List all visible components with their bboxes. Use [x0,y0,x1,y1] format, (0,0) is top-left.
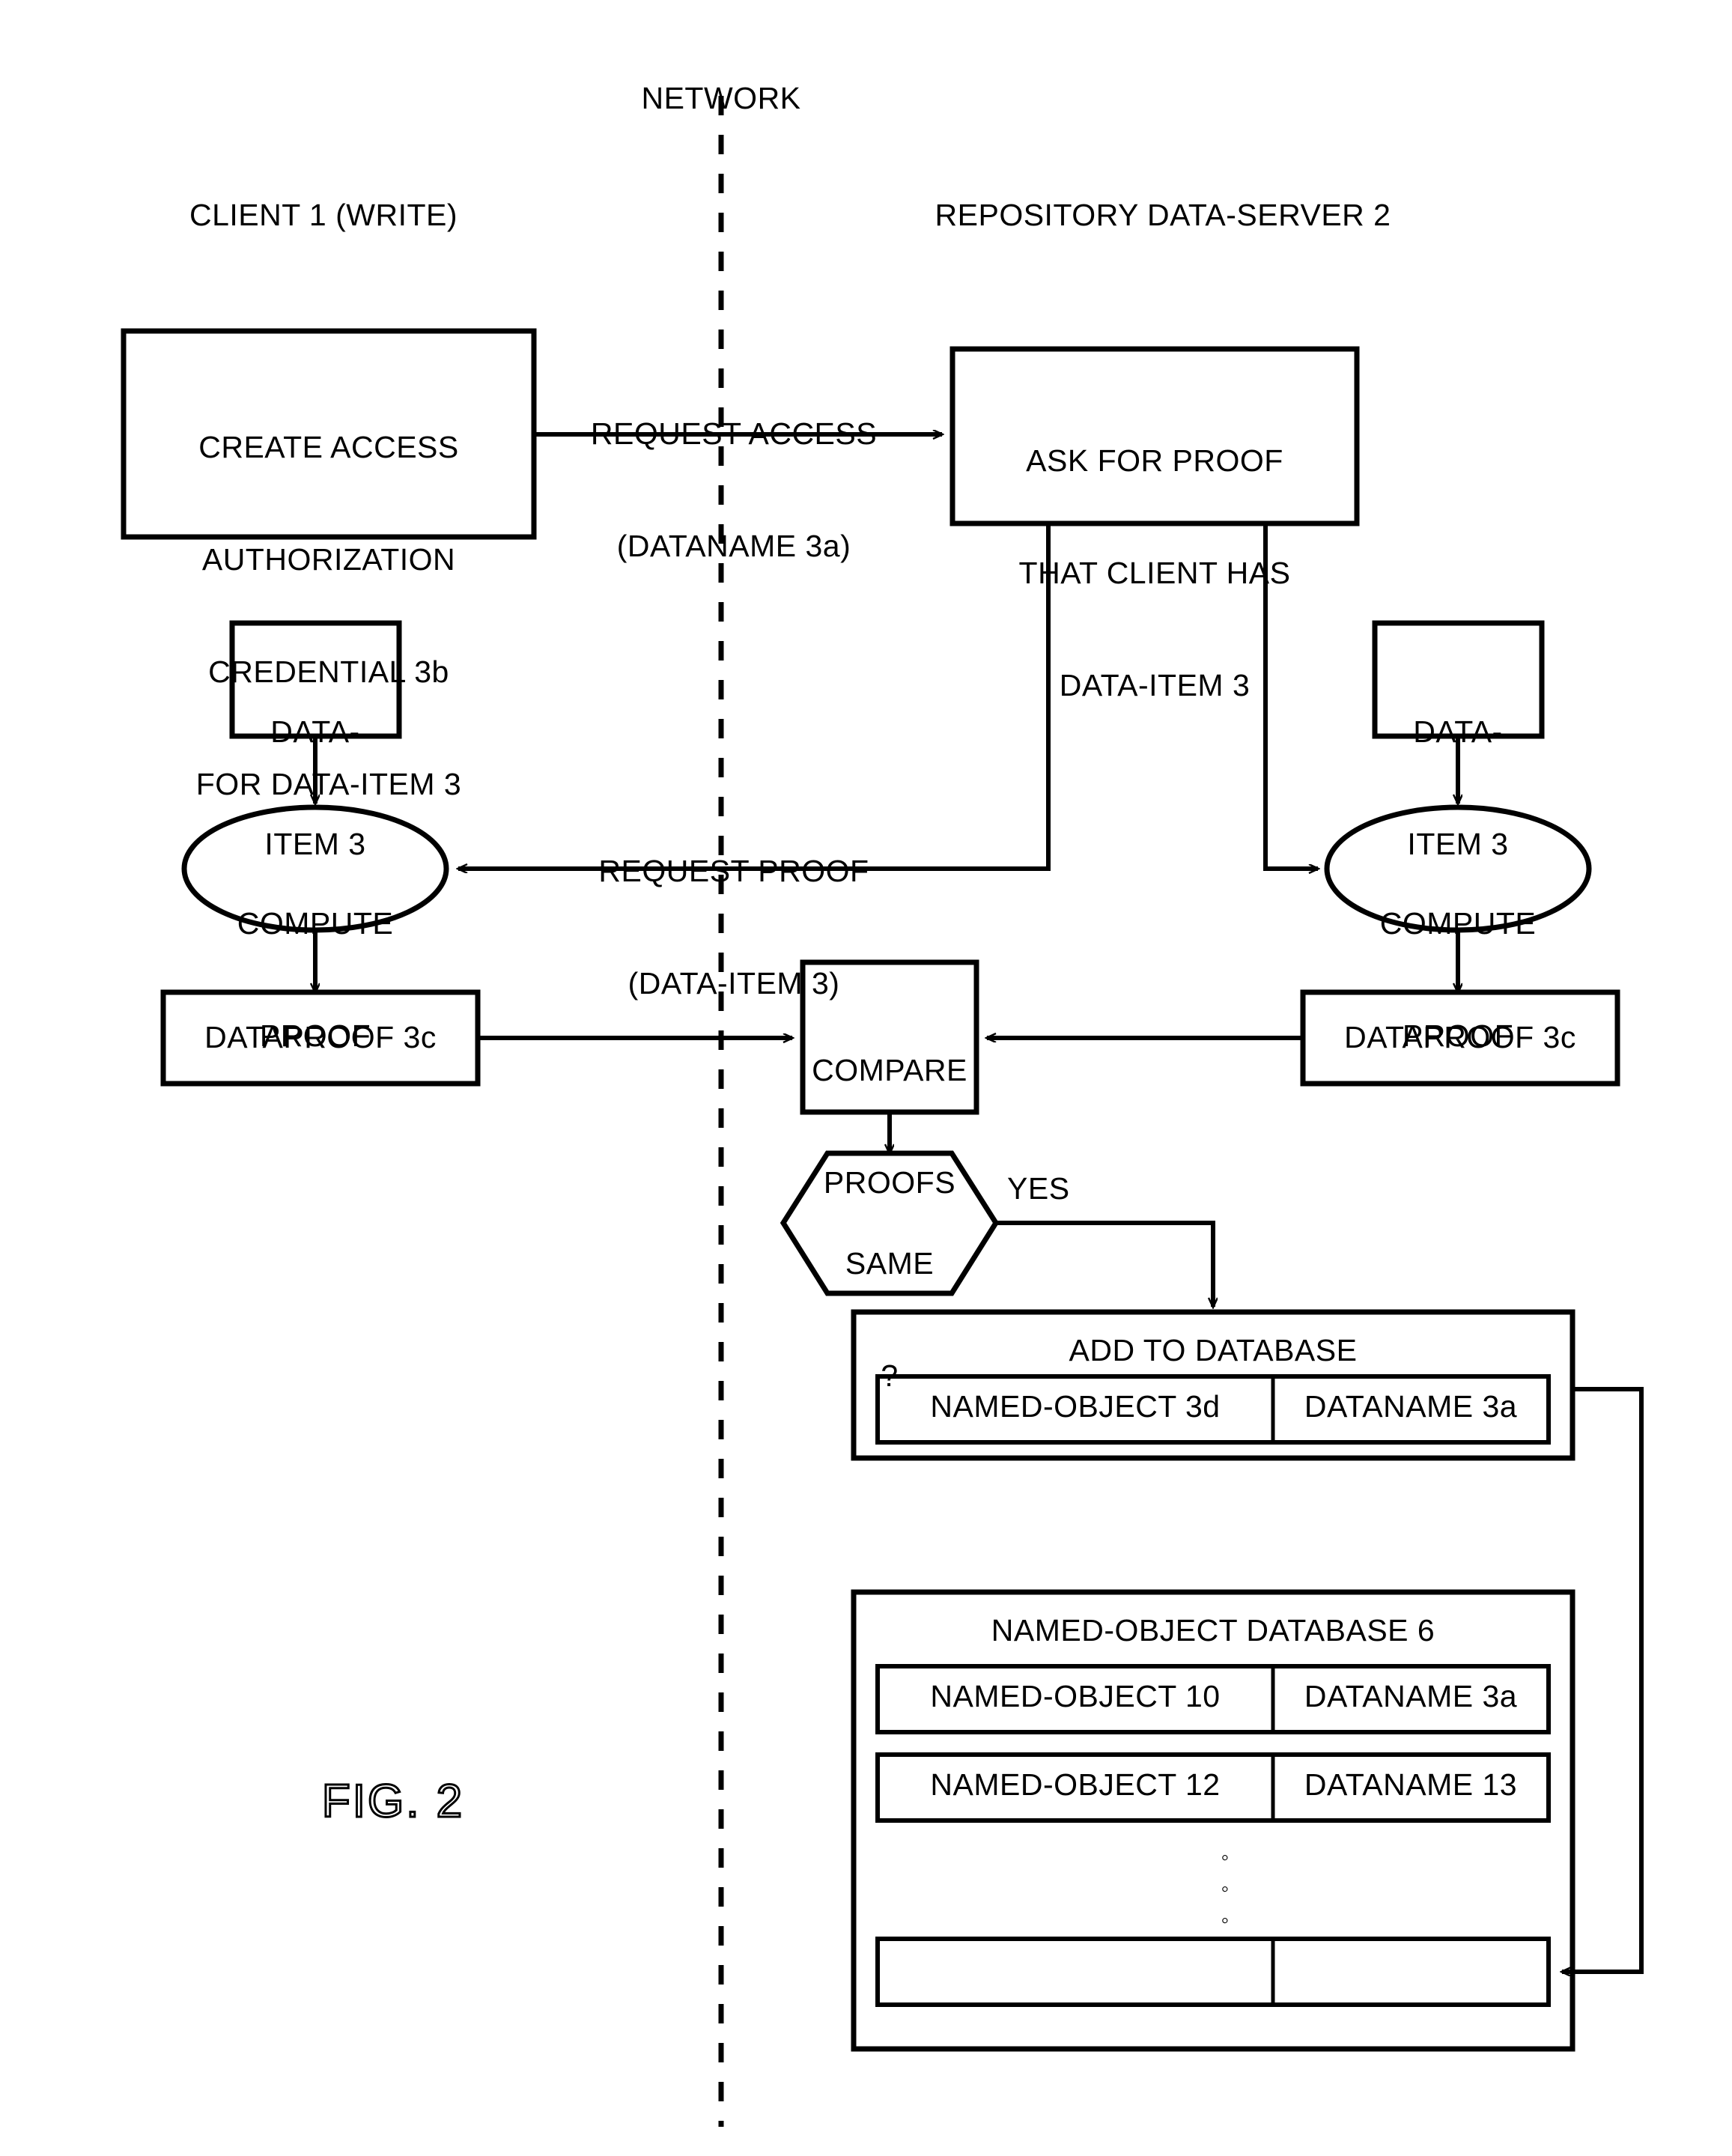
column-title-client: CLIENT 1 (WRITE) [189,198,458,232]
database-row-empty [875,1937,1551,2007]
client-dataproof-text: DATAPROOF 3c [204,1020,437,1054]
add-to-database-dataname-cell: DATANAME 3a [1304,1389,1518,1424]
ask-for-proof-line-2: THAT CLIENT HAS [1018,556,1291,591]
database-row-1-object: NAMED-OBJECT 10 [930,1679,1221,1713]
create-access-line-2: AUTHORIZATION [201,542,456,577]
database-row-1-dataname: DATANAME 3a [1304,1679,1518,1713]
client-data-item-line-1: DATA- [270,714,360,750]
same-decision-text: SAME ? [845,1170,934,1469]
create-access-line-1: CREATE ACCESS [198,430,459,465]
ask-for-proof-box-text: ASK FOR PROOF THAT CLIENT HAS DATA-ITEM … [1019,367,1291,779]
request-proof-line-1: REQUEST PROOF [598,854,869,889]
ask-for-proof-line-1: ASK FOR PROOF [1026,443,1283,479]
request-access-line-1: REQUEST ACCESS [590,416,878,452]
client-compute-proof-line-1: COMPUTE [237,906,394,941]
figure-label: FIG. 2 [320,1775,465,1829]
database-ellipsis: ◦ ◦ ◦ [1221,1845,1230,1933]
column-title-server: REPOSITORY DATA-SERVER 2 [935,198,1391,232]
yes-branch-arrow [996,1221,1213,1307]
client-compute-proof-text: COMPUTE PROOF [237,830,394,1129]
database-row-2-object: NAMED-OBJECT 12 [930,1767,1221,1802]
ask-for-proof-line-3: DATA-ITEM 3 [1059,668,1251,703]
add-to-database-object-cell: NAMED-OBJECT 3d [930,1389,1221,1424]
add-to-database-title: ADD TO DATABASE [1069,1333,1358,1367]
server-compute-proof-text: COMPUTE PROOF [1380,830,1537,1129]
network-label: NETWORK [641,81,801,115]
server-dataproof-text: DATAPROOF 3c [1344,1020,1576,1054]
server-compute-proof-line-1: COMPUTE [1379,906,1537,941]
server-data-item-line-1: DATA- [1413,714,1503,750]
compare-proofs-line-1: COMPARE [812,1053,967,1088]
database-row-2-dataname: DATANAME 13 [1304,1767,1518,1802]
yes-branch-label: YES [1007,1171,1070,1206]
same-decision-line-2: ? [881,1358,899,1394]
figure-canvas: NETWORK CLIENT 1 (WRITE) REPOSITORY DATA… [0,0,1732,2156]
named-object-database-title: NAMED-OBJECT DATABASE 6 [991,1613,1435,1648]
same-decision-line-1: SAME [845,1246,935,1281]
request-access-label: REQUEST ACCESS (DATANAME 3a) [591,340,877,640]
request-access-line-2: (DATANAME 3a) [616,529,851,564]
